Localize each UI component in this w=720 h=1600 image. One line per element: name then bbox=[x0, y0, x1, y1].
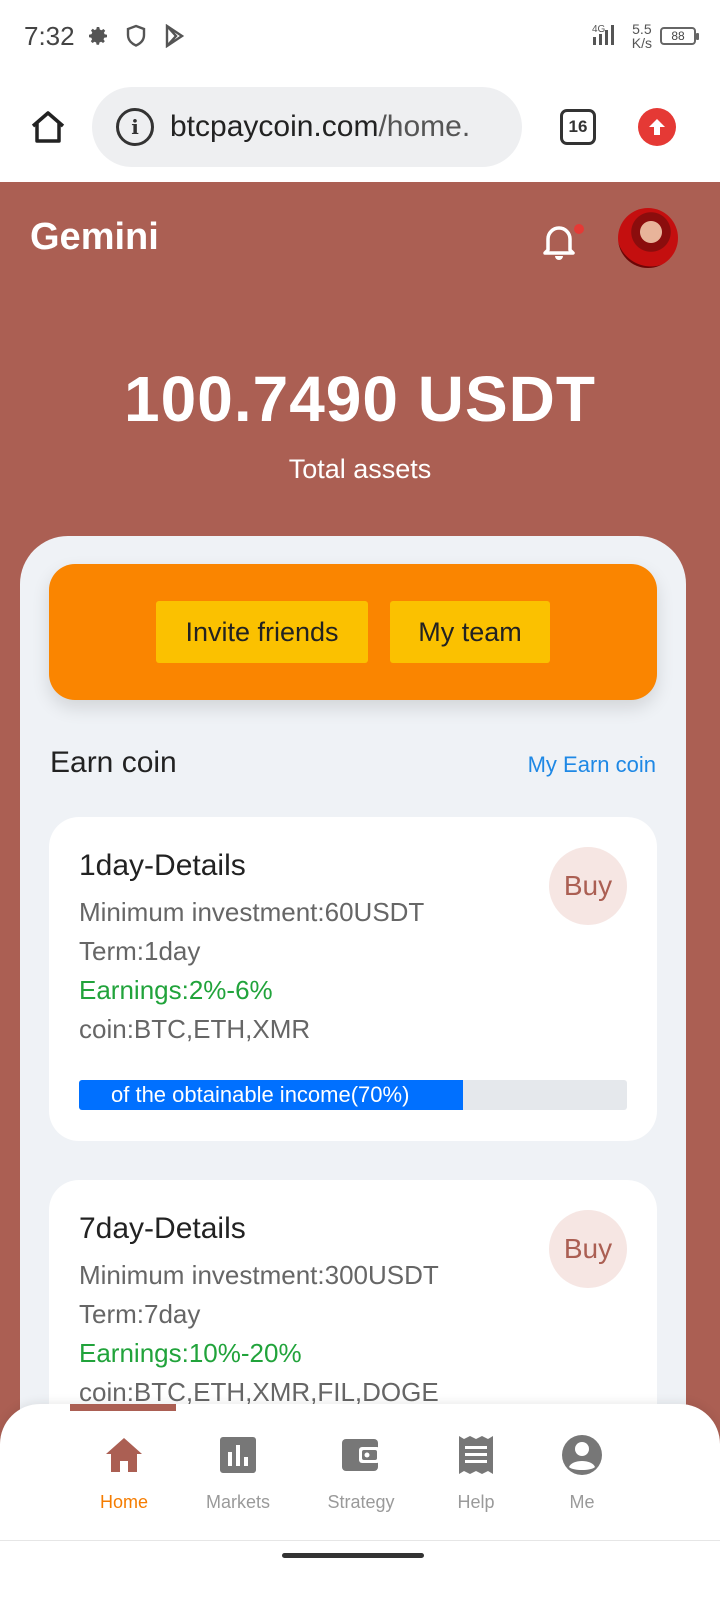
signal-label: 4G bbox=[592, 24, 606, 35]
tab-count: 16 bbox=[568, 117, 588, 136]
card-title: 7day-Details bbox=[79, 1212, 246, 1245]
nav-item-markets[interactable]: Markets bbox=[183, 1434, 293, 1513]
app-header: Gemini 100.7490 USDT Total assets bbox=[0, 182, 720, 542]
avatar[interactable] bbox=[618, 208, 678, 268]
battery-icon: 88 bbox=[660, 27, 699, 45]
chart-icon bbox=[217, 1434, 259, 1476]
card-title: 1day-Details bbox=[79, 849, 246, 882]
update-arrow-icon[interactable] bbox=[638, 108, 676, 146]
card-earnings: Earnings:10%-20% bbox=[79, 1338, 302, 1368]
progress-label: of the obtainable income(70%) bbox=[111, 1082, 410, 1107]
receipt-icon bbox=[455, 1434, 497, 1476]
url-text[interactable]: btcpaycoin.com/home. bbox=[170, 110, 470, 144]
card-earnings: Earnings:2%-6% bbox=[79, 975, 273, 1005]
gesture-area bbox=[0, 1540, 720, 1600]
user-icon bbox=[561, 1434, 603, 1476]
buy-button[interactable]: Buy bbox=[549, 1210, 627, 1288]
nav-active-indicator bbox=[70, 1404, 176, 1411]
total-assets-label: Total assets bbox=[288, 454, 432, 484]
net-speed-unit: K/s bbox=[631, 35, 652, 51]
action-box: Invite friends My team bbox=[49, 564, 657, 700]
notification-dot bbox=[574, 224, 584, 234]
tab-switcher-button[interactable]: 16 bbox=[560, 109, 596, 145]
url-domain: btcpaycoin.com bbox=[170, 110, 379, 143]
card-coins: coin:BTC,ETH,XMR bbox=[79, 1014, 311, 1044]
url-path: /home. bbox=[378, 110, 471, 143]
net-speed: 5.5 K/s bbox=[632, 22, 652, 50]
income-progress-bar: of the obtainable income(70%) bbox=[79, 1080, 627, 1110]
home-icon bbox=[103, 1434, 145, 1476]
nav-label: Home bbox=[99, 1492, 148, 1512]
url-bar[interactable]: i btcpaycoin.com/home. bbox=[92, 87, 522, 167]
card-term: Term:7day bbox=[79, 1299, 201, 1329]
nav-label: Help bbox=[457, 1492, 495, 1512]
status-time: 7:32 bbox=[24, 20, 75, 51]
status-bar: 7:32 4G 5.5 K/s 88 bbox=[0, 0, 720, 72]
app-title: Gemini bbox=[30, 216, 159, 258]
play-store-icon bbox=[161, 23, 187, 49]
total-assets-value: 100.7490 USDT bbox=[124, 363, 596, 435]
invite-friends-button[interactable]: Invite friends bbox=[156, 601, 368, 663]
buy-button[interactable]: Buy bbox=[549, 847, 627, 925]
earn-coin-title: Earn coin bbox=[50, 746, 177, 779]
settings-icon bbox=[85, 23, 111, 49]
gesture-handle[interactable] bbox=[282, 1553, 424, 1558]
status-right: 4G 5.5 K/s 88 bbox=[590, 21, 699, 52]
browser-toolbar: i btcpaycoin.com/home. 16 bbox=[0, 72, 720, 182]
nav-label: Me bbox=[569, 1492, 595, 1512]
nav-label: Markets bbox=[205, 1492, 270, 1512]
card-term: Term:1day bbox=[79, 936, 201, 966]
browser-home-button[interactable] bbox=[22, 101, 74, 153]
card-min-investment: Minimum investment:60USDT bbox=[79, 897, 425, 927]
card-min-investment: Minimum investment:300USDT bbox=[79, 1260, 439, 1290]
shield-icon bbox=[123, 23, 149, 49]
earn-card: 1day-Details Minimum investment:60USDT T… bbox=[49, 817, 657, 1141]
nav-item-help[interactable]: Help bbox=[421, 1434, 531, 1513]
nav-item-me[interactable]: Me bbox=[527, 1434, 637, 1513]
my-earn-coin-link[interactable]: My Earn coin bbox=[528, 752, 656, 778]
home-outline-icon bbox=[31, 111, 65, 143]
signal-icon: 4G bbox=[590, 21, 624, 52]
nav-item-home[interactable]: Home bbox=[69, 1434, 179, 1513]
nav-item-strategy[interactable]: Strategy bbox=[306, 1434, 416, 1513]
battery-level: 88 bbox=[671, 29, 685, 43]
my-team-button[interactable]: My team bbox=[390, 601, 550, 663]
bottom-nav: Home Markets Strategy Help Me bbox=[0, 1404, 720, 1540]
info-icon[interactable]: i bbox=[116, 108, 154, 146]
nav-label: Strategy bbox=[327, 1492, 395, 1512]
wallet-icon bbox=[340, 1434, 382, 1476]
